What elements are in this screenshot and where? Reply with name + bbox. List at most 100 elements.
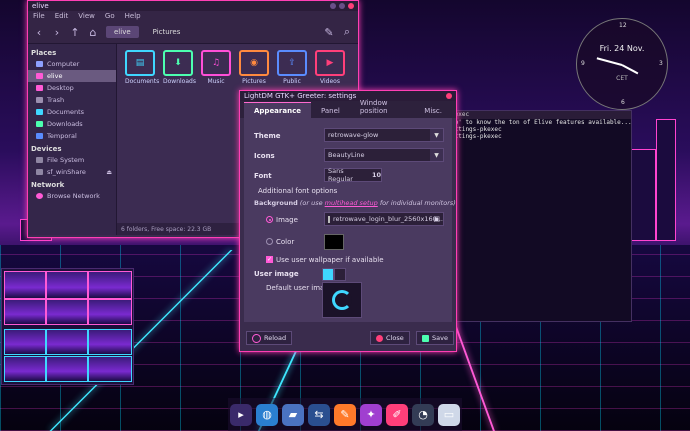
back-button[interactable]: ‹ (32, 25, 46, 39)
multihead-setup-link[interactable]: multihead setup (325, 199, 378, 207)
computer-icon (36, 61, 43, 67)
brush-icon[interactable]: ✦ (360, 403, 382, 426)
edit-path-button[interactable]: ✎ (322, 25, 336, 39)
workspace-pager[interactable] (1, 268, 134, 385)
chevron-left-icon: ‹ (36, 25, 42, 39)
user-image-label: User image (254, 270, 299, 278)
sidebar-item-file-system[interactable]: File System (28, 154, 116, 166)
close-dialog-button[interactable]: Close (370, 331, 410, 345)
image-radio[interactable] (266, 216, 273, 223)
terminal-icon[interactable]: ▸ (230, 403, 252, 426)
terminal-line: ettings-pkexec (451, 126, 502, 133)
workspace-thumbnail[interactable] (4, 329, 46, 355)
use-wallpaper-checkbox[interactable]: ✓ (266, 256, 273, 263)
workspace-thumbnail[interactable] (46, 271, 88, 299)
sidebar-item-downloads[interactable]: Downloads (28, 118, 116, 130)
greeter-settings-dialog[interactable]: LightDM GTK+ Greeter: settings Appearanc… (239, 90, 457, 352)
inkscape-icon[interactable]: ✎ (334, 403, 356, 426)
user-image-toggle[interactable] (322, 268, 346, 281)
tab-window-position[interactable]: Window position (350, 95, 414, 118)
workspace-thumbnail[interactable] (46, 299, 88, 325)
theme-select[interactable]: retrowave-glow ▼ (324, 128, 444, 142)
folder-item[interactable]: ♫ Music (201, 50, 231, 85)
chevron-down-icon: ▼ (430, 129, 443, 141)
image-file-chooser[interactable]: retrowave_login_blur_2560x160... ▣ (324, 212, 444, 226)
folder-label: Music (207, 78, 225, 85)
home-button[interactable]: ⌂ (86, 25, 100, 39)
tab-bar: Appearance Panel Window position Misc. (240, 99, 456, 118)
clock-number-9: 9 (581, 60, 585, 67)
file-manager-titlebar[interactable]: elive (28, 1, 358, 11)
folder-item[interactable]: ⬇ Downloads (163, 50, 196, 85)
workspace-thumbnail[interactable] (46, 329, 88, 355)
menu-go[interactable]: Go (105, 12, 115, 20)
path-button-elive[interactable]: elive (106, 26, 139, 38)
close-button[interactable] (348, 3, 354, 9)
folder-label: Downloads (163, 78, 196, 85)
file-manager-icon[interactable]: ▰ (282, 403, 304, 426)
workspace-thumbnail[interactable] (4, 299, 46, 325)
screenshot-icon[interactable]: ▭ (438, 403, 460, 426)
minimize-button[interactable] (330, 3, 336, 9)
toggle-on[interactable] (322, 268, 334, 281)
clock-number-12: 12 (619, 22, 627, 29)
sidebar-item-elive[interactable]: elive (28, 70, 116, 82)
workspace-thumbnail[interactable] (4, 271, 46, 299)
sidebar-item-documents[interactable]: Documents (28, 106, 116, 118)
additional-font-options[interactable]: Additional font options (258, 187, 337, 195)
folder-sharing-icon[interactable]: ⇆ (308, 403, 330, 426)
eject-icon[interactable]: ⏏ (106, 169, 112, 176)
clock-number-3: 3 (659, 60, 663, 67)
tab-misc[interactable]: Misc. (414, 103, 452, 118)
default-user-image-button[interactable] (322, 282, 362, 318)
color-radio[interactable] (266, 238, 273, 245)
sidebar-item-temporal[interactable]: Temporal (28, 130, 116, 142)
terminal-window[interactable]: kexec lp' to know the ton of Elive featu… (447, 110, 632, 322)
menu-edit[interactable]: Edit (55, 12, 69, 20)
dialog-close-button[interactable] (446, 93, 452, 99)
toggle-off[interactable] (334, 268, 346, 281)
workspace-thumbnail[interactable] (4, 356, 46, 382)
sidebar-item-trash[interactable]: Trash (28, 94, 116, 106)
font-button[interactable]: Sans Regular 10 (324, 167, 382, 183)
workspace-thumbnail[interactable] (88, 356, 132, 382)
folder-item[interactable]: ⇪ Public (277, 50, 307, 85)
music-folder-icon: ♫ (201, 50, 231, 76)
save-button[interactable]: Save (416, 331, 454, 345)
tab-panel[interactable]: Panel (311, 103, 350, 118)
maximize-button[interactable] (339, 3, 345, 9)
search-button[interactable]: ⌕ (340, 25, 354, 39)
workspace-thumbnail[interactable] (88, 271, 132, 299)
path-button-pictures[interactable]: Pictures (145, 26, 189, 38)
browser-icon[interactable]: ◍ (256, 403, 278, 426)
clock-number-6: 6 (621, 99, 625, 106)
color-swatch[interactable] (324, 234, 344, 250)
sidebar-header-places: Places (31, 49, 57, 57)
pictures-folder-icon: ◉ (239, 50, 269, 76)
workspace-thumbnail[interactable] (88, 329, 132, 355)
clock-app-icon[interactable]: ◔ (412, 403, 434, 426)
dialog-titlebar[interactable]: LightDM GTK+ Greeter: settings (240, 91, 456, 101)
folder-item[interactable]: ▶ Videos (315, 50, 345, 85)
editor-icon[interactable]: ✐ (386, 403, 408, 426)
reload-button[interactable]: Reload (246, 331, 293, 345)
forward-button[interactable]: › (50, 25, 64, 39)
sidebar-item-browse-network[interactable]: Browse Network (28, 190, 116, 202)
tab-appearance[interactable]: Appearance (244, 102, 311, 118)
workspace-thumbnail[interactable] (88, 299, 132, 325)
sidebar-item-computer[interactable]: Computer (28, 58, 116, 70)
sidebar-item-label: Desktop (47, 84, 74, 92)
menu-file[interactable]: File (33, 12, 45, 20)
folder-item[interactable]: ▤ Documents (125, 50, 159, 85)
sidebar-item-label: File System (47, 156, 85, 164)
sidebar-item-desktop[interactable]: Desktop (28, 82, 116, 94)
workspace-thumbnail[interactable] (46, 356, 88, 382)
sidebar-item-winshare[interactable]: sf_winShare ⏏ (28, 166, 116, 178)
up-button[interactable]: ↑ (68, 25, 82, 39)
menu-help[interactable]: Help (125, 12, 141, 20)
sidebar-header-network: Network (31, 181, 65, 189)
sidebar-item-label: Browse Network (47, 192, 100, 200)
folder-item[interactable]: ◉ Pictures (239, 50, 269, 85)
menu-view[interactable]: View (78, 12, 95, 20)
icons-select[interactable]: BeautyLine ▼ (324, 148, 444, 162)
